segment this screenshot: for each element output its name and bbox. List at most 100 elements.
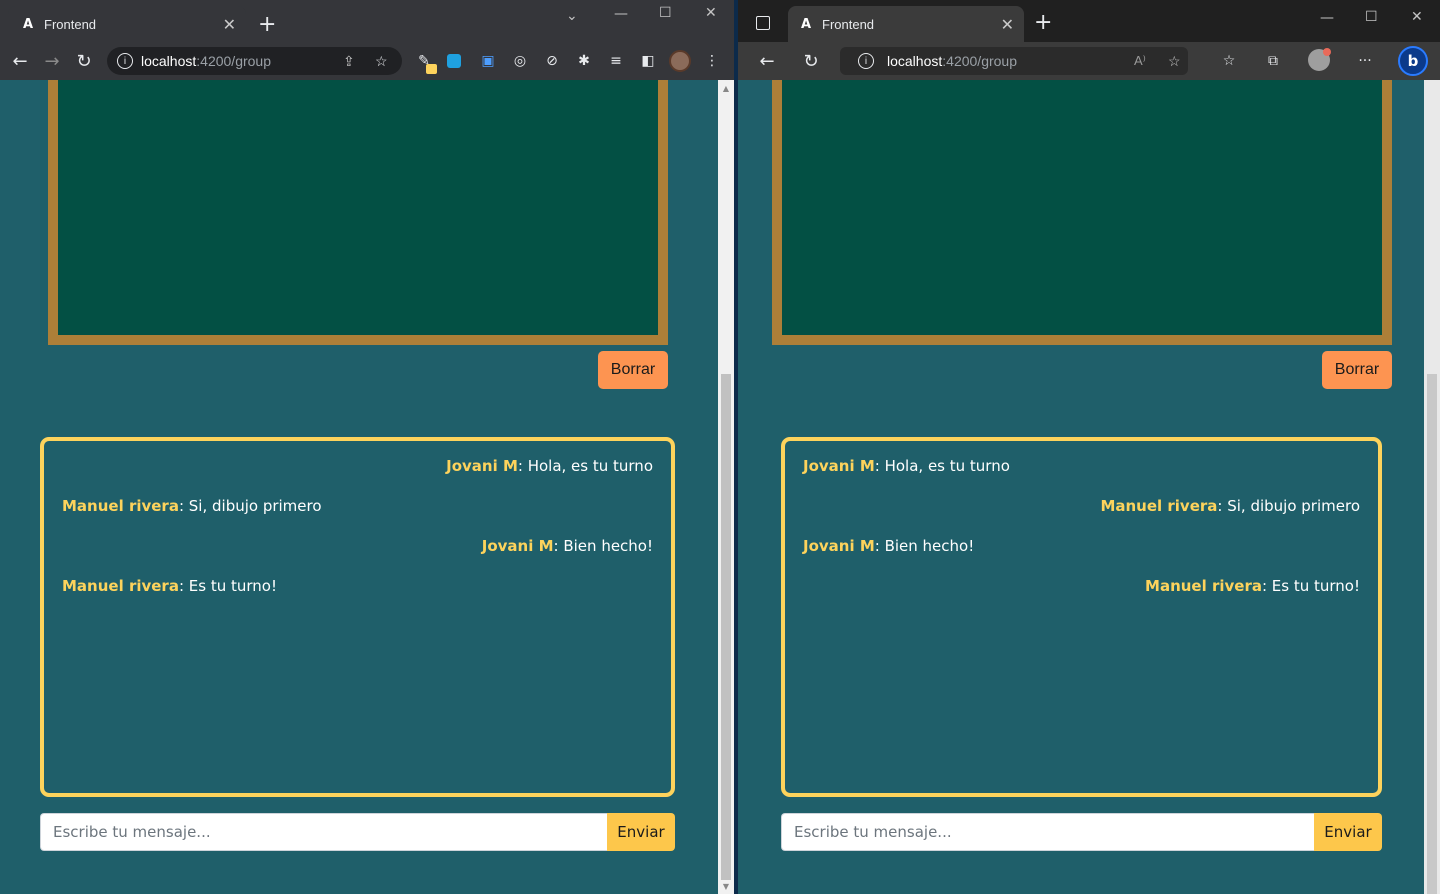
clear-button[interactable]: Borrar: [598, 351, 668, 389]
close-window-button[interactable]: ✕: [1411, 9, 1423, 25]
minimize-button[interactable]: —: [1320, 10, 1334, 26]
message-user: Jovani M: [446, 457, 518, 475]
reload-icon[interactable]: ↻: [73, 50, 95, 72]
chat-message: Manuel rivera: Es tu turno!: [803, 577, 1360, 595]
message-text: : Es tu turno!: [1261, 577, 1360, 595]
message-user: Manuel rivera: [62, 497, 179, 515]
close-tab-icon[interactable]: ✕: [1001, 15, 1014, 34]
message-input[interactable]: Escribe tu mensaje...: [781, 813, 1314, 851]
add-favorite-icon[interactable]: ☆: [1168, 53, 1181, 70]
scrollbar-thumb[interactable]: [1427, 374, 1437, 894]
message-text: : Hola, es tu turno: [517, 457, 653, 475]
media-control-icon[interactable]: ≡: [607, 52, 625, 70]
toolbar: ← ↻ i localhost:4200/group A⁾ ☆ ☆ ⧉ ··· …: [738, 42, 1440, 80]
message-input[interactable]: Escribe tu mensaje...: [40, 813, 607, 851]
avatar[interactable]: [669, 50, 691, 72]
scrollbar[interactable]: ▲ ▼: [718, 80, 734, 894]
chat-box: Jovani M: Hola, es tu turno Manuel river…: [40, 437, 675, 797]
extension-window-icon[interactable]: ▣: [479, 52, 497, 70]
drawing-canvas[interactable]: [48, 80, 668, 345]
message-user: Jovani M: [803, 537, 875, 555]
tab-title: Frontend: [822, 16, 875, 32]
favorites-icon[interactable]: ☆: [1220, 52, 1238, 70]
url-host: localhost: [887, 53, 943, 69]
chrome-window: A Frontend ✕ + ⌄ — ☐ ✕ ← → ↻ i localhost…: [0, 0, 734, 894]
message-user: Manuel rivera: [1145, 577, 1262, 595]
chat-box: Jovani M: Hola, es tu turno Manuel river…: [781, 437, 1382, 797]
tab-bar: A Frontend ✕ + ⌄ — ☐ ✕: [0, 0, 734, 42]
message-text: : Es tu turno!: [178, 577, 277, 595]
message-text: : Bien hecho!: [553, 537, 653, 555]
site-info-icon[interactable]: i: [858, 53, 874, 69]
back-icon[interactable]: ←: [756, 50, 778, 72]
message-text: : Si, dibujo primero: [1217, 497, 1360, 515]
url-path: :4200/group: [196, 53, 271, 69]
message-user: Jovani M: [803, 457, 875, 475]
url-host: localhost: [141, 53, 197, 69]
scrollbar-thumb[interactable]: [721, 374, 731, 880]
angular-icon: A: [800, 16, 812, 32]
chat-message: Jovani M: Hola, es tu turno: [803, 457, 1360, 475]
tab-frontend[interactable]: A Frontend ✕: [8, 6, 246, 42]
url-path: :4200/group: [942, 53, 1017, 69]
back-icon[interactable]: ←: [9, 50, 31, 72]
address-bar[interactable]: i localhost:4200/group ⇪ ☆: [107, 47, 402, 75]
bing-chat-icon[interactable]: b: [1398, 46, 1428, 76]
page-content: Borrar Jovani M: Hola, es tu turno Manue…: [738, 80, 1424, 894]
edge-window: A Frontend ✕ + — ☐ ✕ ← ↻ i localhost:420…: [738, 0, 1440, 894]
drawing-canvas[interactable]: [772, 80, 1392, 345]
extension-blue-icon[interactable]: [447, 54, 461, 68]
page-content: Borrar Jovani M: Hola, es tu turno Manue…: [0, 80, 718, 894]
collections-icon[interactable]: ⧉: [1264, 52, 1282, 70]
chat-message: Jovani M: Bien hecho!: [62, 537, 653, 555]
tab-actions-icon[interactable]: [756, 16, 770, 30]
close-tab-icon[interactable]: ✕: [223, 15, 236, 34]
chat-message: Manuel rivera: Si, dibujo primero: [803, 497, 1360, 515]
message-user: Manuel rivera: [62, 577, 179, 595]
clear-button[interactable]: Borrar: [1322, 351, 1392, 389]
bookmark-star-icon[interactable]: ☆: [375, 53, 388, 70]
share-icon[interactable]: ⇪: [343, 53, 355, 70]
extension-target-icon[interactable]: ◎: [511, 52, 529, 70]
chat-message: Manuel rivera: Es tu turno!: [62, 577, 653, 595]
message-input-row: Escribe tu mensaje... Enviar: [781, 813, 1382, 851]
new-tab-button[interactable]: +: [258, 12, 276, 37]
scroll-up-arrow[interactable]: ▲: [718, 84, 734, 93]
more-menu-icon[interactable]: ⋮: [703, 52, 721, 70]
scrollbar[interactable]: [1424, 80, 1440, 894]
reload-icon[interactable]: ↻: [800, 50, 822, 72]
chat-message: Jovani M: Hola, es tu turno: [62, 457, 653, 475]
more-menu-icon[interactable]: ···: [1356, 52, 1374, 70]
maximize-button[interactable]: ☐: [1365, 9, 1378, 25]
send-button[interactable]: Enviar: [607, 813, 675, 851]
tab-bar: A Frontend ✕ + — ☐ ✕: [738, 0, 1440, 42]
toolbar: ← → ↻ i localhost:4200/group ⇪ ☆ ✎ ▣ ◎ ⊘…: [0, 42, 734, 80]
scroll-down-arrow[interactable]: ▼: [718, 882, 734, 891]
tab-frontend[interactable]: A Frontend ✕: [788, 6, 1024, 42]
extension-compass-icon[interactable]: ⊘: [543, 52, 561, 70]
send-button[interactable]: Enviar: [1314, 813, 1382, 851]
message-input-row: Escribe tu mensaje... Enviar: [40, 813, 675, 851]
close-window-button[interactable]: ✕: [705, 5, 717, 21]
message-text: : Si, dibujo primero: [178, 497, 322, 515]
forward-icon[interactable]: →: [41, 50, 63, 72]
read-aloud-icon[interactable]: A⁾: [1134, 53, 1146, 69]
site-info-icon[interactable]: i: [117, 53, 133, 69]
profile-badge: [1323, 48, 1331, 56]
chat-message: Manuel rivera: Si, dibujo primero: [62, 497, 653, 515]
chat-message: Jovani M: Bien hecho!: [803, 537, 1360, 555]
maximize-button[interactable]: ☐: [659, 5, 672, 21]
tab-title: Frontend: [44, 16, 97, 32]
extension-badge: [426, 64, 437, 74]
message-user: Jovani M: [481, 537, 554, 555]
message-text: : Hola, es tu turno: [874, 457, 1010, 475]
extensions-puzzle-icon[interactable]: ✱: [575, 52, 593, 70]
side-panel-icon[interactable]: ◧: [639, 52, 657, 70]
tab-search-icon[interactable]: ⌄: [566, 8, 578, 24]
new-tab-button[interactable]: +: [1034, 10, 1052, 35]
address-bar[interactable]: i localhost:4200/group A⁾ ☆: [840, 47, 1188, 75]
angular-icon: A: [22, 16, 34, 32]
message-text: : Bien hecho!: [874, 537, 975, 555]
message-user: Manuel rivera: [1100, 497, 1218, 515]
minimize-button[interactable]: —: [614, 6, 628, 22]
